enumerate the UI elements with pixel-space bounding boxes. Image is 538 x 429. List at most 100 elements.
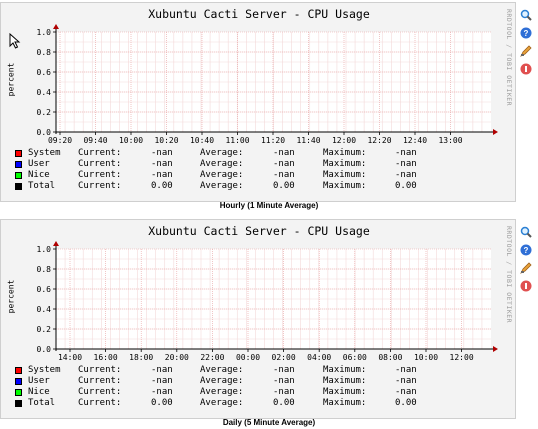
x-tick-label: 09:40: [83, 136, 107, 145]
legend-maximum-value: -nan: [395, 365, 417, 375]
x-tick-label: 00:00: [236, 353, 260, 362]
y-tick-label: 0.6: [37, 285, 52, 294]
legend-maximum-label: Maximum:: [323, 376, 367, 386]
y-tick-label: 0.8: [37, 265, 52, 274]
legend-series-name: User: [28, 159, 50, 169]
legend-swatch: [15, 172, 22, 179]
x-tick-label: 18:00: [129, 353, 153, 362]
legend-current-value: -nan: [151, 365, 173, 375]
daily-graph: Xubuntu Cacti Server - CPU Usage percent…: [0, 219, 516, 419]
x-tick-label: 10:20: [154, 136, 178, 145]
mouse-cursor-icon: [9, 33, 21, 49]
legend-series-name: User: [28, 376, 50, 386]
legend-maximum-label: Maximum:: [323, 170, 367, 180]
y-tick-label: 0.6: [37, 68, 52, 77]
legend-maximum-value: -nan: [395, 170, 417, 180]
x-tick-label: 02:00: [272, 353, 296, 362]
info-icon[interactable]: ?: [520, 241, 532, 256]
legend-maximum-label: Maximum:: [323, 181, 367, 191]
legend-current-label: Current:: [78, 181, 122, 191]
legend-maximum-value: -nan: [395, 148, 417, 158]
legend-maximum-value: 0.00: [395, 398, 417, 408]
zoom-icon[interactable]: [520, 223, 532, 238]
plot-area: 0.0 0.2 0.4 0.6 0.8 1.0 14:00 16:00 18:00 20:00 22…: [37, 241, 498, 362]
x-tick-label: 20:00: [165, 353, 189, 362]
edit-icon[interactable]: [520, 42, 532, 57]
legend-current-value: -nan: [151, 387, 173, 397]
legend-current-value: -nan: [151, 170, 173, 180]
edit-icon[interactable]: [520, 259, 532, 274]
legend: System Current: -nan Average: -nan Maximum: -n…: [15, 365, 445, 409]
legend-current-label: Current:: [78, 398, 122, 408]
legend-row: System Current: -nan Average: -nan Maximum: -n…: [15, 148, 445, 159]
legend-current-value: 0.00: [151, 398, 173, 408]
legend-average-label: Average:: [200, 170, 244, 180]
remove-icon[interactable]: [520, 277, 532, 292]
legend-swatch: [15, 378, 22, 385]
x-tick-label: 10:00: [119, 136, 143, 145]
legend-row: User Current: -nan Average: -nan Maximum: -nan: [15, 376, 445, 387]
y-tick-label: 0.2: [37, 108, 52, 117]
legend: System Current: -nan Average: -nan Maximum: -n…: [15, 148, 445, 192]
y-tick-label: 1.0: [37, 245, 52, 254]
legend-average-value: 0.00: [273, 398, 295, 408]
legend-average-label: Average:: [200, 398, 244, 408]
legend-series-name: Nice: [28, 387, 50, 397]
legend-average-label: Average:: [200, 159, 244, 169]
legend-swatch: [15, 183, 22, 190]
graph-caption: Daily (5 Minute Average): [222, 418, 316, 427]
legend-row: Nice Current: -nan Average: -nan Maximum: -nan: [15, 387, 445, 398]
legend-average-value: 0.00: [273, 181, 295, 191]
legend-series-name: System: [28, 148, 61, 158]
x-axis-arrow: [493, 129, 498, 135]
legend-row: System Current: -nan Average: -nan Maximum: -n…: [15, 365, 445, 376]
legend-average-label: Average:: [200, 181, 244, 191]
legend-series-name: Total: [28, 181, 56, 191]
legend-average-value: -nan: [273, 170, 295, 180]
legend-maximum-value: 0.00: [395, 181, 417, 191]
x-tick-label: 12:40: [403, 136, 427, 145]
legend-average-value: -nan: [273, 387, 295, 397]
legend-current-label: Current:: [78, 365, 122, 375]
info-icon[interactable]: ?: [520, 24, 532, 39]
legend-row: Total Current: 0.00 Average: 0.00 Maximum: 0.0…: [15, 398, 445, 409]
legend-average-label: Average:: [200, 365, 244, 375]
y-tick-label: 0.4: [37, 305, 52, 314]
legend-maximum-value: -nan: [395, 387, 417, 397]
x-tick-label: 11:00: [225, 136, 249, 145]
zoom-icon[interactable]: [520, 6, 532, 21]
y-tick-label: 0.8: [37, 48, 52, 57]
legend-maximum-label: Maximum:: [323, 148, 367, 158]
legend-average-value: -nan: [273, 376, 295, 386]
legend-row: Total Current: 0.00 Average: 0.00 Maximum: 0.0…: [15, 181, 445, 192]
x-tick-label: 12:00: [332, 136, 356, 145]
legend-maximum-label: Maximum:: [323, 365, 367, 375]
legend-average-label: Average:: [200, 148, 244, 158]
x-tick-label: 16:00: [94, 353, 118, 362]
legend-maximum-label: Maximum:: [323, 387, 367, 397]
x-tick-label: 10:40: [190, 136, 214, 145]
legend-maximum-label: Maximum:: [323, 159, 367, 169]
legend-average-value: -nan: [273, 148, 295, 158]
legend-current-label: Current:: [78, 170, 122, 180]
y-tick-label: 1.0: [37, 28, 52, 37]
legend-swatch: [15, 161, 22, 168]
hourly-graph: Xubuntu Cacti Server - CPU Usage percent…: [0, 2, 516, 202]
legend-swatch: [15, 367, 22, 374]
legend-average-label: Average:: [200, 387, 244, 397]
x-tick-label: 11:40: [296, 136, 320, 145]
legend-current-value: -nan: [151, 148, 173, 158]
x-tick-label: 11:20: [261, 136, 285, 145]
legend-row: User Current: -nan Average: -nan Maximum: -nan: [15, 159, 445, 170]
y-tick-label: 0.2: [37, 325, 52, 334]
remove-icon[interactable]: [520, 60, 532, 75]
graph-caption: Hourly (1 Minute Average): [219, 201, 319, 210]
legend-current-value: -nan: [151, 159, 173, 169]
x-tick-label: 08:00: [378, 353, 402, 362]
y-axis-arrow: [53, 241, 59, 246]
legend-current-label: Current:: [78, 148, 122, 158]
x-tick-label: 10:00: [414, 353, 438, 362]
legend-maximum-label: Maximum:: [323, 398, 367, 408]
legend-series-name: Total: [28, 398, 56, 408]
legend-average-value: -nan: [273, 159, 295, 169]
